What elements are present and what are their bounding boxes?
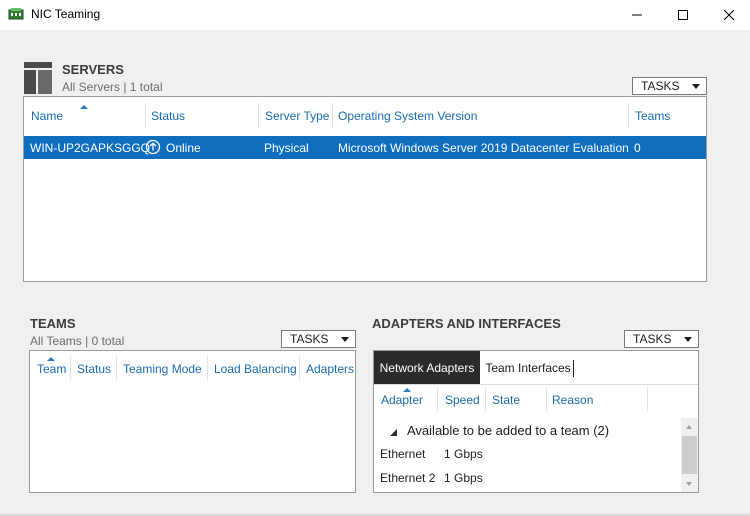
- column-header-load-balancing[interactable]: Load Balancing: [214, 362, 297, 376]
- tasks-label: TASKS: [290, 332, 329, 346]
- column-header-status[interactable]: Status: [151, 109, 185, 123]
- server-type: Physical: [264, 141, 309, 155]
- close-button[interactable]: [706, 0, 750, 30]
- column-divider: [628, 103, 629, 129]
- column-divider: [70, 356, 71, 380]
- servers-heading: SERVERS: [62, 62, 124, 77]
- column-divider: [332, 103, 333, 129]
- adapter-speed: 1 Gbps: [444, 447, 483, 461]
- column-divider: [207, 356, 208, 380]
- maximize-icon: [678, 10, 688, 20]
- column-header-server-type[interactable]: Server Type: [265, 109, 329, 123]
- column-header-teams[interactable]: Teams: [635, 109, 670, 123]
- tab-label: Team Interfaces: [485, 360, 571, 375]
- column-divider: [299, 356, 300, 380]
- servers-tasks-dropdown[interactable]: TASKS: [632, 77, 707, 95]
- collapse-triangle-icon[interactable]: [390, 426, 398, 436]
- scroll-down-icon[interactable]: [686, 482, 692, 486]
- teams-tasks-dropdown[interactable]: TASKS: [281, 330, 356, 348]
- close-icon: [724, 10, 734, 20]
- column-divider: [437, 387, 438, 411]
- servers-subtitle: All Servers | 1 total: [62, 80, 163, 94]
- minimize-icon: [632, 14, 642, 16]
- minimize-button[interactable]: [614, 0, 660, 30]
- column-divider: [145, 103, 146, 129]
- server-name: WIN-UP2GAPKSGGQ: [30, 141, 151, 155]
- column-divider: [647, 387, 648, 411]
- servers-icon: [24, 62, 52, 94]
- adapters-heading: ADAPTERS AND INTERFACES: [372, 316, 561, 331]
- column-divider: [546, 387, 547, 411]
- tab-label: Network Adapters: [379, 360, 475, 375]
- text-cursor: [573, 360, 574, 377]
- column-header-speed[interactable]: Speed: [445, 393, 480, 407]
- column-divider: [258, 103, 259, 129]
- arrow-up-circle-icon: [145, 139, 161, 155]
- tasks-label: TASKS: [633, 332, 672, 346]
- column-header-status[interactable]: Status: [77, 362, 111, 376]
- teams-subtitle: All Teams | 0 total: [30, 334, 125, 348]
- tab-divider: [374, 384, 698, 385]
- column-header-team[interactable]: Team: [37, 362, 66, 376]
- tab-network-adapters[interactable]: Network Adapters: [374, 351, 480, 384]
- column-header-name[interactable]: Name: [31, 109, 63, 123]
- column-header-adapter[interactable]: Adapter: [381, 393, 423, 407]
- column-header-teaming-mode[interactable]: Teaming Mode: [123, 362, 202, 376]
- scrollbar-thumb[interactable]: [682, 436, 697, 474]
- column-header-os-version[interactable]: Operating System Version: [338, 109, 477, 123]
- group-label: Available to be added to a team (2): [407, 423, 610, 438]
- column-divider: [116, 356, 117, 380]
- sort-ascending-icon: [47, 357, 55, 361]
- column-header-reason[interactable]: Reason: [552, 393, 593, 407]
- chevron-down-icon: [684, 337, 692, 342]
- adapters-tasks-dropdown[interactable]: TASKS: [624, 330, 699, 348]
- window-title: NIC Teaming: [31, 7, 101, 21]
- sort-ascending-icon: [80, 105, 88, 109]
- adapter-name: Ethernet 2: [380, 471, 436, 485]
- column-header-state[interactable]: State: [492, 393, 520, 407]
- sort-ascending-icon: [403, 388, 411, 392]
- servers-table: [23, 96, 707, 282]
- nic-teaming-app-icon: [8, 7, 24, 21]
- chevron-down-icon: [341, 337, 349, 342]
- maximize-button[interactable]: [660, 0, 706, 30]
- scroll-up-icon[interactable]: [686, 425, 692, 429]
- server-teams-count: 0: [634, 141, 641, 155]
- column-divider: [485, 387, 486, 411]
- tab-team-interfaces[interactable]: Team Interfaces: [481, 351, 575, 384]
- server-status: Online: [166, 141, 201, 155]
- server-os-version: Microsoft Windows Server 2019 Datacenter…: [338, 141, 629, 155]
- column-header-adapters[interactable]: Adapters: [306, 362, 354, 376]
- adapter-speed: 1 Gbps: [444, 471, 483, 485]
- adapter-name: Ethernet: [380, 447, 426, 461]
- tasks-label: TASKS: [641, 79, 680, 93]
- chevron-down-icon: [692, 84, 700, 89]
- teams-heading: TEAMS: [30, 316, 76, 331]
